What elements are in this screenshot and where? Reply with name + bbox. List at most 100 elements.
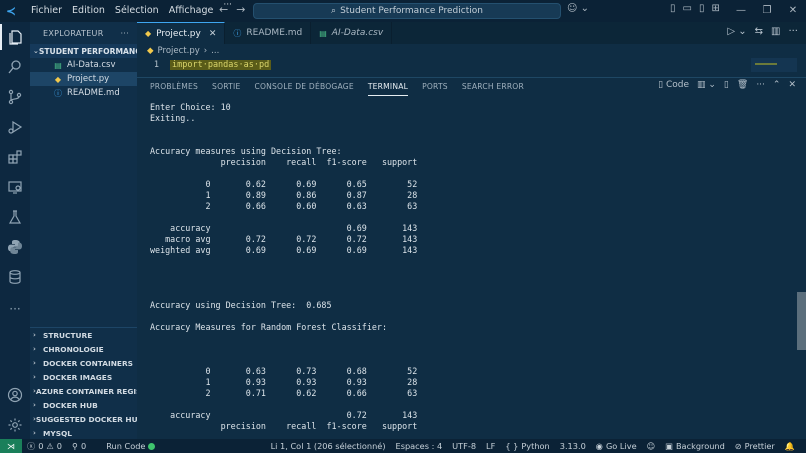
remote-icon[interactable]: ⋊ xyxy=(0,439,22,453)
more-views-icon[interactable]: ··· xyxy=(0,296,30,322)
extensions-icon[interactable] xyxy=(0,144,30,170)
problems-status[interactable]: ⓧ 0 ⚠ 0 xyxy=(22,440,67,452)
section-chronologie[interactable]: › CHRONOLOGIE xyxy=(30,342,137,356)
terminal-profile[interactable]: ▯ Code xyxy=(658,80,689,90)
tab-ai-data-csv[interactable]: ▤ AI-Data.csv xyxy=(311,22,393,44)
section-azure-container-registry[interactable]: ›AZURE CONTAINER REGIS... xyxy=(30,384,137,398)
menu-fichier[interactable]: Fichier xyxy=(26,0,67,22)
chevron-right-icon: › xyxy=(33,429,36,437)
forward-arrow-icon[interactable]: → xyxy=(236,3,245,16)
terminal-line: precision recall f1-score support xyxy=(150,157,418,167)
copilot-icon[interactable]: ☺ ⌄ xyxy=(567,3,589,14)
section-docker-hub[interactable]: › DOCKER HUB xyxy=(30,398,137,412)
search-view-icon[interactable] xyxy=(0,54,30,80)
explorer-icon[interactable] xyxy=(0,24,30,50)
menu-affichage[interactable]: Affichage xyxy=(164,0,219,22)
open-changes-icon[interactable]: ⇆ xyxy=(755,26,763,37)
encoding[interactable]: UTF-8 xyxy=(447,441,481,451)
terminal-line: Accuracy Measures for Random Forest Clas… xyxy=(150,322,387,332)
tab-ports[interactable]: PORTS xyxy=(422,78,448,96)
remote-explorer-icon[interactable] xyxy=(0,174,30,200)
go-live-button[interactable]: ◉ Go Live xyxy=(591,441,642,451)
terminal-line: weighted avg 0.69 0.69 0.69 143 xyxy=(150,245,418,255)
close-icon[interactable]: ✕ xyxy=(209,29,217,39)
section-docker-images[interactable]: › DOCKER IMAGES xyxy=(30,370,137,384)
breadcrumb-file[interactable]: Project.py xyxy=(158,46,200,56)
python-file-icon: ◆ xyxy=(147,46,154,56)
section-label: AZURE CONTAINER REGIS... xyxy=(35,386,137,396)
section-docker-containers[interactable]: › DOCKER CONTAINERS xyxy=(30,356,137,370)
back-arrow-icon[interactable]: ← xyxy=(219,3,228,16)
minimap[interactable] xyxy=(751,58,797,72)
split-editor-icon[interactable]: ▥ xyxy=(771,26,780,37)
menu-selection[interactable]: Sélection xyxy=(110,0,164,22)
breadcrumb-separator-icon: › xyxy=(203,46,208,56)
python-file-icon: ◆ xyxy=(54,74,62,84)
python-icon[interactable] xyxy=(0,234,30,260)
end-of-line[interactable]: LF xyxy=(481,441,500,451)
maximize-panel-icon[interactable]: ⌃ xyxy=(773,80,781,90)
new-terminal-icon[interactable]: ▥ ⌄ xyxy=(697,80,716,90)
table-icon: ▤ xyxy=(54,60,62,70)
editor-more-icon[interactable]: ··· xyxy=(788,26,798,37)
section-structure[interactable]: › STRUCTURE xyxy=(30,328,137,342)
workspace-folder[interactable]: ⌄ STUDENT PERFORMANCE ... xyxy=(30,44,137,58)
tab-problems[interactable]: PROBLÈMES xyxy=(150,78,198,96)
tab-readme-md[interactable]: ⓘ README.md xyxy=(225,22,312,44)
testing-icon[interactable] xyxy=(0,204,30,230)
python-version[interactable]: 3.13.0 xyxy=(555,441,591,451)
breadcrumb-symbol[interactable]: ... xyxy=(211,46,219,56)
tab-debug-console[interactable]: CONSOLE DE DÉBOGAGE xyxy=(254,78,353,96)
toggle-secondary-sidebar-icon[interactable]: ▯ xyxy=(699,3,705,14)
source-control-icon[interactable] xyxy=(0,84,30,110)
terminal-line: macro avg 0.72 0.72 0.72 143 xyxy=(150,234,418,244)
language-mode[interactable]: { } Python xyxy=(500,441,554,451)
section-mysql[interactable]: › MYSQL xyxy=(30,426,137,440)
trash-icon[interactable]: 🗑 xyxy=(737,80,748,90)
toggle-sidebar-icon[interactable]: ▯ xyxy=(670,3,676,14)
copilot-status-icon[interactable]: ☺ xyxy=(642,441,661,451)
minimize-icon[interactable]: — xyxy=(728,0,754,22)
explorer-more-icon[interactable]: ··· xyxy=(120,29,129,38)
breadcrumb: ◆ Project.py › ... xyxy=(137,44,806,58)
prettier-button[interactable]: ⊘ Prettier xyxy=(730,441,780,451)
code-editor[interactable]: 1 import·pandas·as·pd xyxy=(137,58,806,71)
background-button[interactable]: ▣ Background xyxy=(660,441,730,451)
terminal-output[interactable]: Enter Choice: 10 Exiting.. Accuracy measur… xyxy=(150,102,790,453)
terminal-line: 1 0.93 0.93 0.93 28 xyxy=(150,377,418,387)
code-text[interactable]: import·pandas·as·pd xyxy=(170,59,272,70)
tab-project-py[interactable]: ◆ Project.py ✕ xyxy=(137,22,226,44)
split-terminal-icon[interactable]: ▯ xyxy=(724,80,729,90)
menu-edition[interactable]: Edition xyxy=(67,0,110,22)
restore-icon[interactable]: ❐ xyxy=(754,0,780,22)
settings-gear-icon[interactable] xyxy=(0,412,30,438)
accounts-icon[interactable] xyxy=(0,382,30,408)
tab-output[interactable]: SORTIE xyxy=(212,78,240,96)
database-icon[interactable] xyxy=(0,264,30,290)
run-python-icon[interactable]: ▷ ⌄ xyxy=(727,26,746,37)
file-label: Project.py xyxy=(67,74,110,84)
file-project-py[interactable]: ◆ Project.py xyxy=(30,72,137,86)
section-suggested-docker-hub[interactable]: ›SUGGESTED DOCKER HUB ... xyxy=(30,412,137,426)
file-readme-md[interactable]: ⓘ README.md xyxy=(30,86,137,100)
file-ai-data-csv[interactable]: ▤ AI-Data.csv xyxy=(30,58,137,72)
toggle-panel-icon[interactable]: ▭ xyxy=(683,3,692,14)
run-code-button[interactable]: Run Code xyxy=(101,441,160,451)
ports-status[interactable]: ⚲ 0 xyxy=(67,441,91,451)
customize-layout-icon[interactable]: ⊞ xyxy=(711,3,719,14)
tab-terminal[interactable]: TERMINAL xyxy=(367,78,409,96)
close-panel-icon[interactable]: ✕ xyxy=(788,80,796,90)
close-window-icon[interactable]: ✕ xyxy=(780,0,806,22)
cursor-position[interactable]: Li 1, Col 1 (206 sélectionné) xyxy=(266,441,391,451)
indentation[interactable]: Espaces : 4 xyxy=(391,441,448,451)
notifications-bell-icon[interactable]: 🔔 xyxy=(780,441,800,452)
panel-more-icon[interactable]: ··· xyxy=(756,80,765,90)
command-center-search[interactable]: ⌕ Student Performance Prediction xyxy=(253,3,561,19)
tab-search-error[interactable]: SEARCH ERROR xyxy=(462,78,524,96)
terminal-scrollbar[interactable] xyxy=(797,292,806,350)
run-debug-icon[interactable] xyxy=(0,114,30,140)
